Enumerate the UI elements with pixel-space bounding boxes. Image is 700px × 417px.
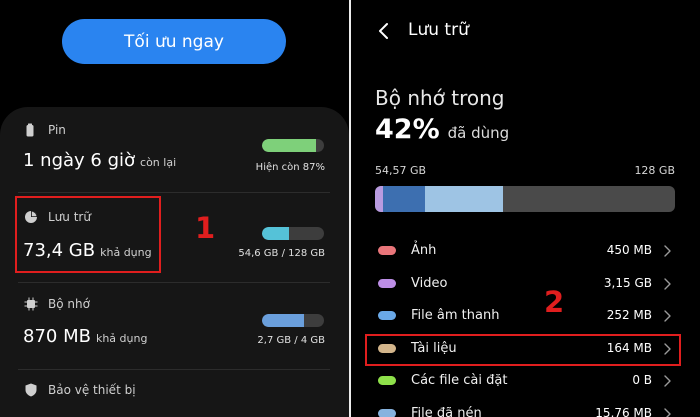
category-name: Ảnh <box>411 243 437 258</box>
category-color-dot <box>378 376 396 385</box>
category-color-dot <box>378 246 396 255</box>
section-title: Bộ nhớ trong <box>375 86 505 110</box>
memory-usage-bar <box>262 314 324 327</box>
device-protection-label: Bảo vệ thiết bị <box>48 383 136 397</box>
category-size: 0 B <box>632 373 652 387</box>
storage-bar-segment <box>375 186 383 212</box>
back-chevron-icon[interactable] <box>375 22 393 40</box>
memory-chip-icon <box>24 297 38 311</box>
used-percent: 42% <box>375 114 440 145</box>
storage-panel: Lưu trữ Bộ nhớ trong 42% đã dùng 54,57 G… <box>351 0 700 417</box>
memory-available-suffix: khả dụng <box>95 332 148 345</box>
memory-label: Bộ nhớ <box>48 297 90 311</box>
chevron-right-icon <box>664 277 671 290</box>
category-row[interactable]: Các file cài đặt 0 B <box>351 365 700 397</box>
storage-usage-bar <box>375 186 675 212</box>
annotation-number: 2 <box>544 285 565 319</box>
battery-remaining-value: 1 ngày 6 giờ <box>23 150 136 171</box>
total-amount: 128 GB <box>634 164 675 177</box>
category-color-dot <box>378 408 396 417</box>
storage-bar-segment <box>424 186 503 212</box>
category-name: Các file cài đặt <box>411 373 508 388</box>
used-amount: 54,57 GB <box>375 164 427 177</box>
chevron-right-icon <box>664 407 671 417</box>
category-size: 3,15 GB <box>603 275 652 290</box>
category-color-dot <box>378 311 396 320</box>
battery-level-fill <box>262 139 316 152</box>
battery-remaining-suffix: còn lại <box>140 156 177 169</box>
battery-label: Pin <box>48 123 66 137</box>
memory-usage-fill <box>262 314 305 327</box>
battery-level-bar <box>262 139 324 152</box>
storage-usage-fill <box>262 227 289 240</box>
optimize-now-button[interactable]: Tối ưu ngay <box>62 19 286 64</box>
storage-caption: 54,6 GB / 128 GB <box>238 248 325 259</box>
shield-icon <box>25 383 37 397</box>
highlight-box <box>365 334 681 366</box>
category-size: 252 MB <box>606 308 652 322</box>
chevron-right-icon <box>664 310 671 322</box>
page-title: Lưu trữ <box>408 20 469 40</box>
divider <box>18 192 330 193</box>
used-percent-suffix: đã dùng <box>447 124 510 142</box>
category-color-dot <box>378 278 396 288</box>
battery-icon <box>26 123 34 137</box>
memory-available-value: 870 MB <box>23 326 91 347</box>
category-row[interactable]: File âm thanh 252 MB <box>351 300 700 332</box>
highlight-box <box>15 196 161 273</box>
divider <box>18 369 330 370</box>
battery-caption: Hiện còn 87% <box>255 162 325 173</box>
category-row[interactable]: File đã nén 15,76 MB <box>351 398 700 417</box>
category-row[interactable]: Video 3,15 GB <box>351 268 700 300</box>
chevron-right-icon <box>664 245 671 257</box>
divider <box>18 282 330 283</box>
category-name: File âm thanh <box>411 308 500 323</box>
category-name: File đã nén <box>411 405 482 417</box>
category-name: Video <box>411 275 448 291</box>
annotation-number: 1 <box>195 211 216 245</box>
category-row[interactable]: Ảnh 450 MB <box>351 235 700 267</box>
category-size: 15,76 MB <box>595 405 652 417</box>
storage-usage-bar <box>262 227 324 240</box>
category-size: 450 MB <box>606 243 652 257</box>
chevron-right-icon <box>664 375 671 387</box>
device-care-panel: Tối ưu ngay Pin 1 ngày 6 giờ còn lại Hiệ… <box>0 0 349 417</box>
storage-bar-segment <box>382 186 425 212</box>
memory-caption: 2,7 GB / 4 GB <box>257 335 325 346</box>
